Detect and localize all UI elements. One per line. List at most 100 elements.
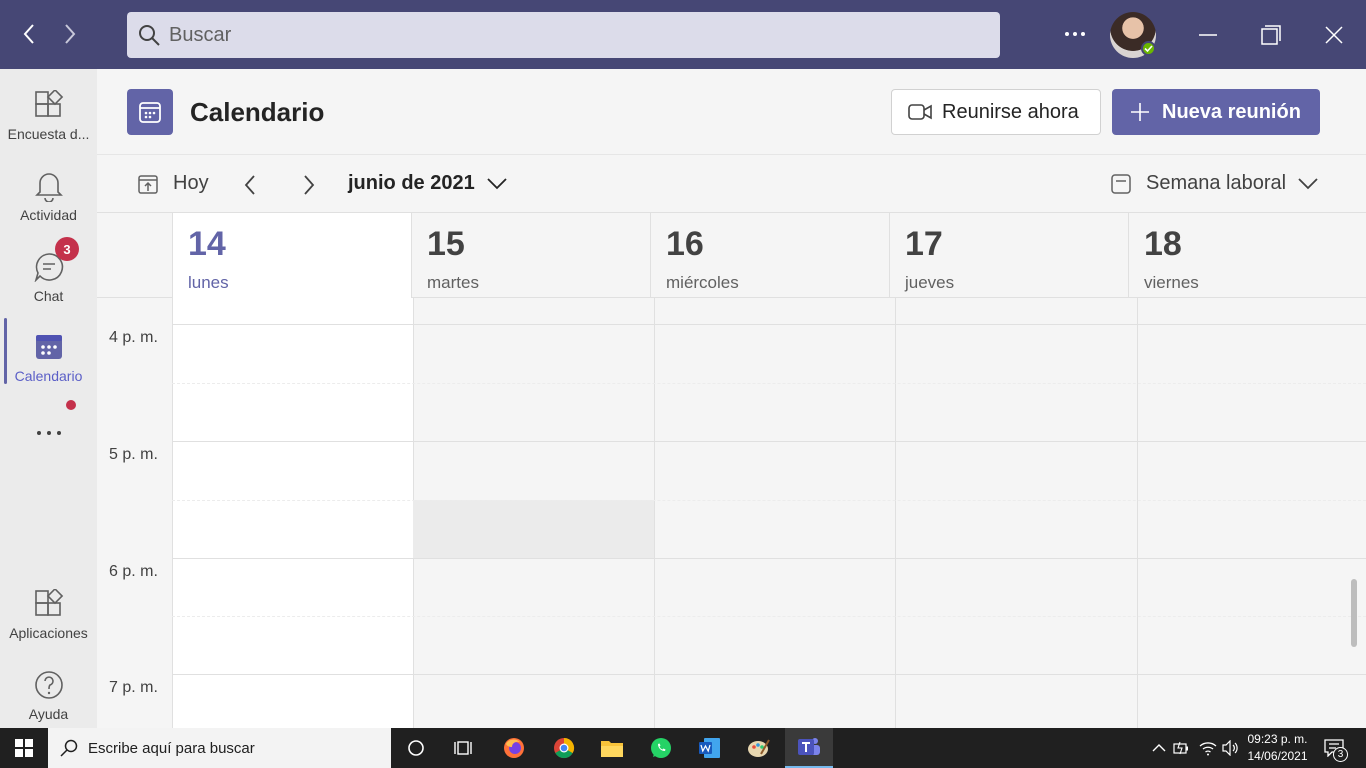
search-input[interactable] [169,12,969,58]
new-meeting-button[interactable]: Nueva reunión [1112,89,1320,135]
help-icon [33,669,65,701]
rail-item-encuesta[interactable]: Encuesta d... [0,77,97,155]
teams-icon [798,738,820,755]
close-button[interactable] [1319,20,1349,50]
task-view-icon [454,741,472,755]
month-picker[interactable]: junio de 2021 [348,172,507,195]
start-button[interactable] [0,728,48,768]
clock-time: 09:23 p. m. [1247,732,1308,746]
minimize-button[interactable] [1193,20,1223,50]
day-header-18[interactable]: 18 viernes [1128,213,1366,298]
speaker-icon [1222,740,1238,756]
time-label: 4 p. m. [109,329,158,346]
minimize-icon [1199,34,1217,36]
clock-date: 14/06/2021 [1247,749,1308,763]
day-header-17[interactable]: 17 jueves [889,213,1128,298]
today-button[interactable]: Hoy [137,172,209,195]
whatsapp-taskbar-button[interactable] [637,728,685,768]
day-column-14[interactable] [172,298,413,728]
more-options-button[interactable] [1060,22,1090,46]
back-button[interactable] [15,20,43,48]
new-meeting-label: Nueva reunión [1162,100,1301,123]
firefox-taskbar-button[interactable] [490,728,538,768]
calendar-app-icon [127,89,173,135]
chrome-icon [554,737,575,759]
day-headers: 14 lunes 15 martes 16 miércoles 17 jueve… [97,212,1366,298]
taskbar-search-input[interactable] [88,739,378,757]
chevron-up-icon [1152,744,1166,752]
rail-item-calendario[interactable]: Calendario [0,319,97,397]
app-rail: Encuesta d... Actividad Chat 3 Calendari… [0,69,97,728]
word-taskbar-button[interactable] [686,728,734,768]
rail-item-label: Ayuda [28,706,69,722]
day-header-16[interactable]: 16 miércoles [650,213,889,298]
video-camera-icon [908,104,932,120]
rail-item-aplicaciones[interactable]: Aplicaciones [0,576,97,654]
more-horizontal-icon [1065,32,1085,36]
day-number: 16 [666,225,704,263]
more-horizontal-icon [33,417,65,449]
file-explorer-taskbar-button[interactable] [588,728,636,768]
volume-button[interactable] [1221,738,1241,758]
forward-button[interactable] [56,20,84,48]
next-week-button[interactable] [296,172,322,198]
restore-icon [1261,25,1281,45]
taskbar-search[interactable] [48,728,391,768]
half-hour-line [172,616,1366,617]
apps-icon [33,588,65,620]
search-icon [137,23,161,52]
day-header-14[interactable]: 14 lunes [172,213,411,298]
rail-item-actividad[interactable]: Actividad [0,158,97,236]
calendar-grid-area: 14 lunes 15 martes 16 miércoles 17 jueve… [97,212,1366,728]
previous-week-button[interactable] [237,172,263,198]
time-label: 7 p. m. [109,679,158,696]
hour-line [172,558,1366,559]
day-column-16[interactable] [654,298,895,728]
calendar-header: Calendario Reunirse ahora Nueva reunión [97,69,1366,155]
rail-item-ayuda[interactable]: Ayuda [0,657,97,735]
show-hidden-icons-button[interactable] [1149,738,1169,758]
meet-now-button[interactable]: Reunirse ahora [891,89,1101,135]
day-name: martes [427,273,479,292]
rail-item-chat[interactable]: Chat [0,239,97,317]
day-name: viernes [1144,273,1199,292]
whatsapp-icon [651,738,671,758]
day-column-17[interactable] [895,298,1137,728]
rail-item-label: Encuesta d... [7,126,90,142]
teams-taskbar-button[interactable] [785,728,833,768]
maximize-button[interactable] [1256,20,1286,50]
presence-available-icon [1141,41,1156,56]
network-button[interactable] [1198,738,1218,758]
chevron-left-icon [23,24,34,44]
battery-button[interactable] [1172,738,1192,758]
windows-taskbar: 09:23 p. m. 14/06/2021 3 [0,728,1366,768]
notification-count-badge: 3 [1333,747,1348,762]
rail-item-label: Chat [33,288,64,304]
day-number: 14 [188,225,226,263]
taskbar-clock[interactable]: 09:23 p. m. 14/06/2021 [1240,731,1315,765]
day-header-15[interactable]: 15 martes [411,213,650,298]
hovered-time-slot[interactable] [413,500,654,558]
rail-item-label: Calendario [14,368,83,384]
half-hour-line [172,383,1366,384]
vertical-scrollbar[interactable] [1351,579,1357,647]
view-picker[interactable]: Semana laboral [1110,172,1318,195]
chevron-right-icon [304,175,315,195]
chrome-taskbar-button[interactable] [540,728,588,768]
folder-icon [601,741,623,757]
bell-icon [33,170,65,202]
hour-line [172,441,1366,442]
task-view-button[interactable] [440,728,488,768]
cortana-icon [408,740,424,756]
paint-taskbar-button[interactable] [735,728,783,768]
search-box[interactable] [127,12,1000,58]
calendar-today-icon [138,174,158,194]
view-label: Semana laboral [1146,172,1287,194]
month-label: junio de 2021 [348,172,475,194]
page-title: Calendario [190,97,325,127]
firefox-icon [504,738,524,758]
day-column-18[interactable] [1137,298,1366,728]
title-bar [0,0,1366,69]
cortana-button[interactable] [392,728,440,768]
more-apps-button[interactable] [0,409,97,457]
